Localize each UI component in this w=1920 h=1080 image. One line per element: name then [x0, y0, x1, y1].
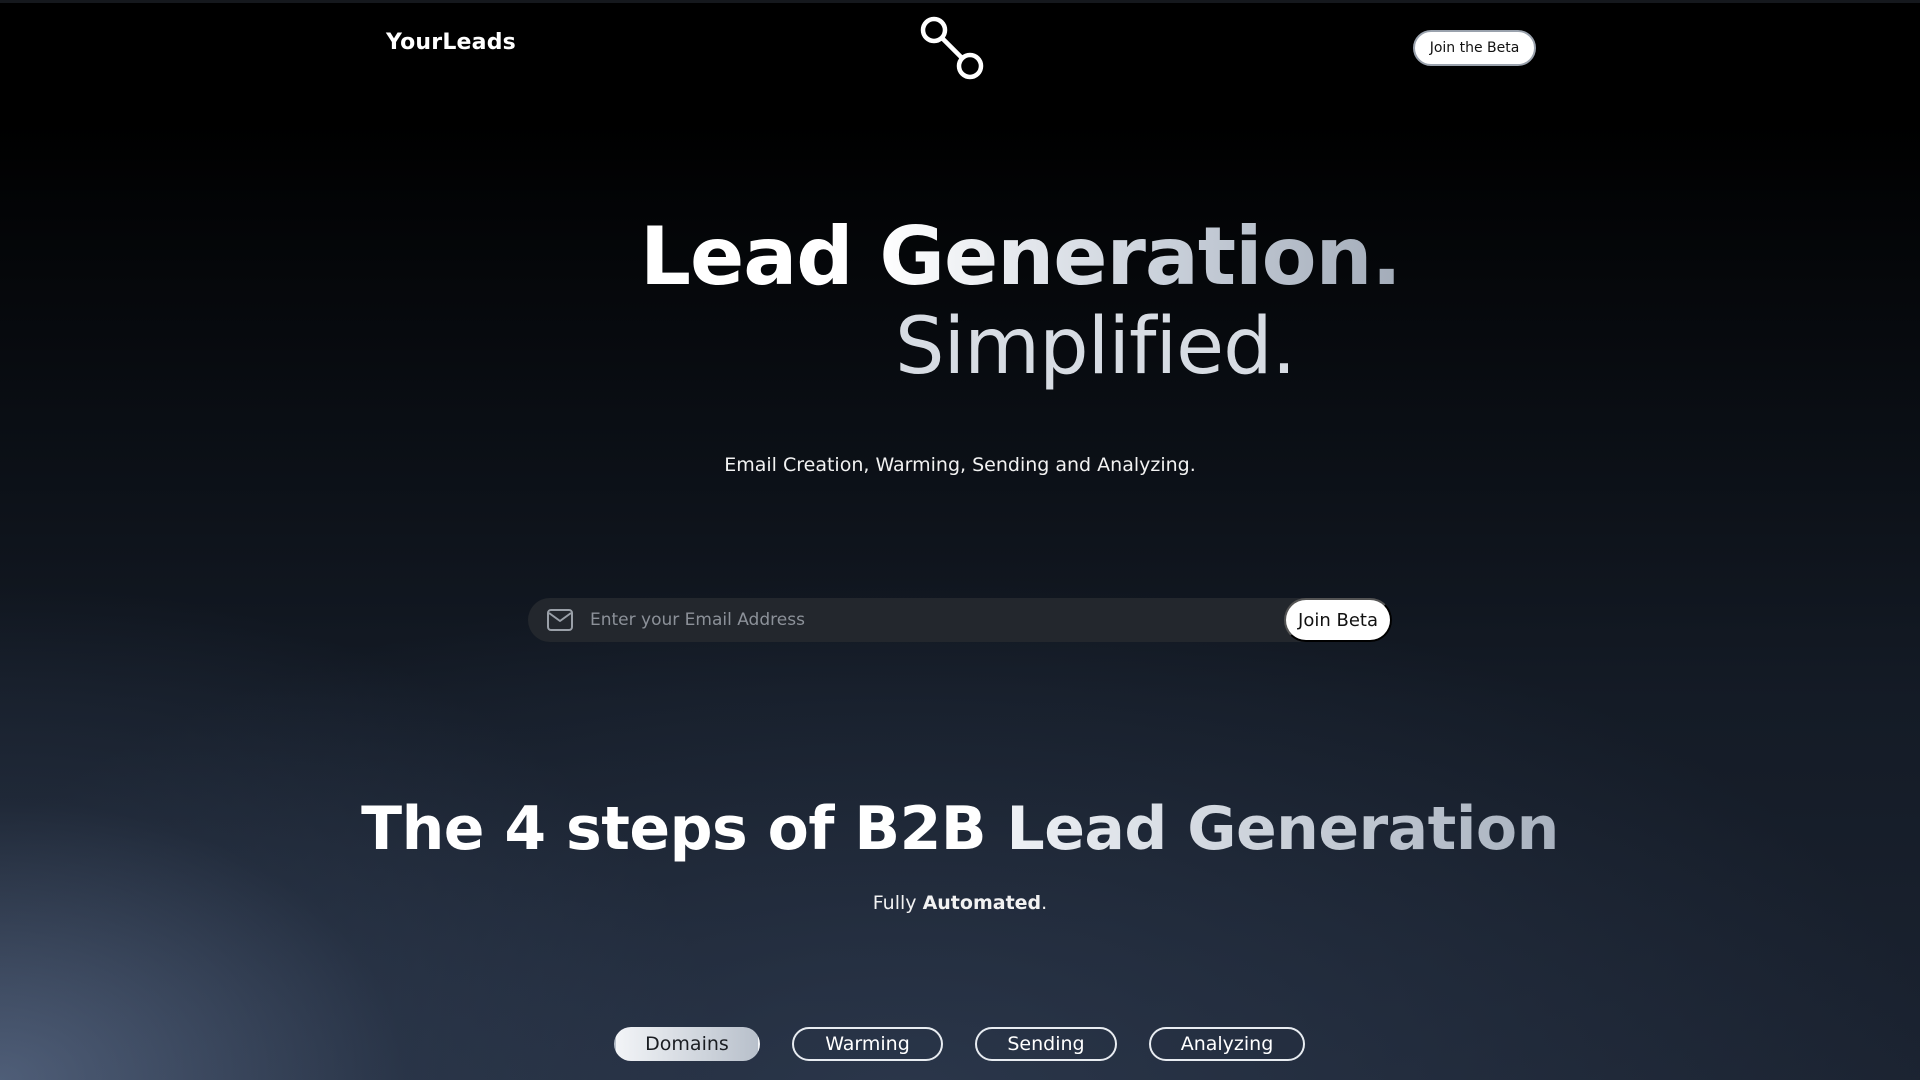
tab-sending[interactable]: Sending: [975, 1027, 1117, 1061]
brand-logo-text[interactable]: YourLeads: [386, 30, 516, 55]
hero-tagline: Email Creation, Warming, Sending and Ana…: [724, 454, 1196, 476]
tab-warming[interactable]: Warming: [792, 1027, 943, 1061]
email-signup-form: Join Beta: [528, 598, 1392, 642]
hero-headline-word1: Lead: [640, 210, 853, 303]
hero-subheadline: Simplified.: [895, 302, 1296, 392]
tab-domains[interactable]: Domains: [614, 1027, 760, 1061]
hero-headline-word2: Generation.: [879, 210, 1402, 303]
mail-icon: [546, 608, 574, 632]
email-input[interactable]: [590, 598, 1290, 642]
steps-subtitle-bold: Automated: [922, 892, 1042, 914]
hero-headline: Lead Generation.: [640, 210, 1402, 303]
steps-subtitle: Fully Automated.: [0, 892, 1920, 914]
steps-title: The 4 steps of B2B Lead Generation: [0, 794, 1920, 864]
top-nav: YourLeads Join the Beta: [0, 0, 1920, 100]
link-nodes-icon[interactable]: [920, 16, 986, 82]
tab-analyzing[interactable]: Analyzing: [1149, 1027, 1305, 1061]
join-the-beta-button[interactable]: Join the Beta: [1413, 30, 1536, 66]
steps-title-part2: Lead Generation: [1006, 794, 1559, 864]
steps-subtitle-prefix: Fully: [872, 892, 917, 914]
steps-title-part1: The 4 steps of B2B: [361, 794, 987, 864]
steps-subtitle-suffix: .: [1041, 892, 1048, 914]
join-beta-button[interactable]: Join Beta: [1284, 598, 1392, 642]
